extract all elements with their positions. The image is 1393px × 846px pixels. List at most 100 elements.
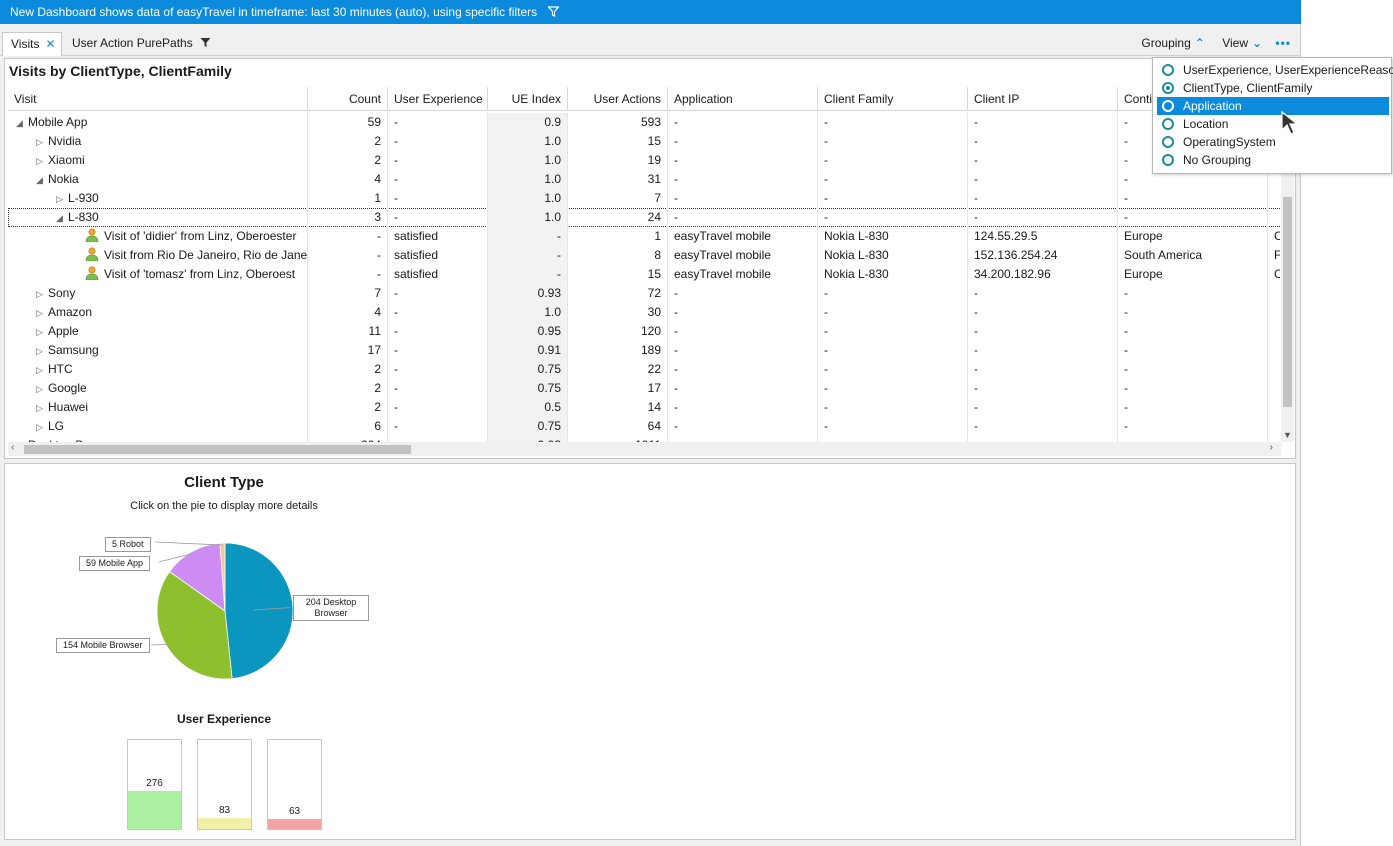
- visit-label: Nvidia: [48, 134, 82, 148]
- collapsed-arrow-icon[interactable]: ▷: [36, 342, 48, 360]
- radio-unchecked-icon[interactable]: [1162, 136, 1174, 148]
- family-cell: -: [818, 398, 968, 417]
- actions-cell: 14: [568, 398, 668, 417]
- column-header[interactable]: Application: [668, 87, 818, 111]
- uei-cell: 0.91: [488, 341, 568, 360]
- column-header[interactable]: UE Index: [488, 87, 568, 111]
- horizontal-scrollbar[interactable]: ‹ ›: [8, 442, 1281, 456]
- table-row[interactable]: ◢ L-830 3-1.0 24- - - -: [8, 208, 1280, 227]
- extra-cell: [1268, 284, 1280, 303]
- cont-cell: South America: [1118, 246, 1268, 265]
- uei-cell: -: [488, 227, 568, 246]
- collapsed-arrow-icon[interactable]: ▷: [36, 152, 48, 170]
- user-icon: [85, 247, 99, 261]
- scroll-left-icon[interactable]: ‹: [11, 442, 14, 453]
- grouping-option[interactable]: No Grouping: [1157, 151, 1389, 169]
- grouping-option[interactable]: ClientType, ClientFamily: [1157, 79, 1389, 97]
- ip-cell: -: [968, 208, 1118, 227]
- app-cell: -: [668, 360, 818, 379]
- ux-cell: -: [388, 113, 488, 132]
- visit-label: Visit of 'didier' from Linz, Oberoester: [104, 229, 297, 243]
- collapsed-arrow-icon[interactable]: ▷: [56, 190, 68, 208]
- column-header[interactable]: User Experience: [388, 87, 488, 111]
- collapsed-arrow-icon[interactable]: ▷: [36, 304, 48, 322]
- scrollbar-thumb[interactable]: [1283, 197, 1292, 407]
- scrollbar-thumb[interactable]: [24, 445, 411, 454]
- table-row[interactable]: ▷ Amazon 4-1.0 30- - - -: [8, 303, 1280, 322]
- radio-unchecked-icon[interactable]: [1162, 154, 1174, 166]
- expanded-arrow-icon[interactable]: ◢: [36, 171, 48, 189]
- extra-cell: [1268, 398, 1280, 417]
- ip-cell: -: [968, 113, 1118, 132]
- grouping-option-label: OperatingSystem: [1183, 135, 1276, 149]
- pie-slice[interactable]: [224, 542, 294, 680]
- actions-cell: 64: [568, 417, 668, 436]
- visit-label: Google: [48, 381, 87, 395]
- table-row[interactable]: Visit of 'tomasz' from Linz, Oberoest - sa…: [8, 265, 1280, 284]
- collapsed-arrow-icon[interactable]: ▷: [36, 133, 48, 151]
- visit-label: Samsung: [48, 343, 99, 357]
- scroll-right-icon[interactable]: ›: [1270, 442, 1273, 453]
- table-row[interactable]: ▷ Huawei 2-0.5 14- - - -: [8, 398, 1280, 417]
- close-icon[interactable]: ✕: [45, 37, 55, 51]
- radio-checked-icon[interactable]: [1162, 82, 1174, 94]
- expanded-arrow-icon[interactable]: ◢: [56, 209, 68, 227]
- column-header[interactable]: Count: [308, 87, 388, 111]
- actions-cell: 120: [568, 322, 668, 341]
- table-row[interactable]: ▷ Nvidia 2-1.0 15- - - -: [8, 132, 1280, 151]
- column-header[interactable]: Visit: [8, 87, 308, 111]
- visit-cell: ◢ Nokia: [8, 170, 308, 189]
- collapsed-arrow-icon[interactable]: ▷: [36, 418, 48, 436]
- grouping-option[interactable]: OperatingSystem: [1157, 133, 1389, 151]
- table-row[interactable]: ▷ Samsung 17-0.91 189- - - -: [8, 341, 1280, 360]
- table-row[interactable]: ◢ Nokia 4-1.0 31- - - -: [8, 170, 1280, 189]
- table-row[interactable]: ▷ Xiaomi 2-1.0 19- - - -: [8, 151, 1280, 170]
- radio-unchecked-icon[interactable]: [1162, 118, 1174, 130]
- ux-bar[interactable]: 276: [127, 739, 182, 830]
- radio-unchecked-icon[interactable]: [1162, 100, 1174, 112]
- column-header[interactable]: Client IP: [968, 87, 1118, 111]
- radio-unchecked-icon[interactable]: [1162, 64, 1174, 76]
- visit-label: Visit of 'tomasz' from Linz, Oberoest: [104, 267, 296, 281]
- extra-cell: [1268, 379, 1280, 398]
- more-options-icon[interactable]: •••: [1275, 36, 1291, 50]
- family-cell: -: [818, 189, 968, 208]
- column-header[interactable]: User Actions: [568, 87, 668, 111]
- extra-cell: [1268, 303, 1280, 322]
- collapsed-arrow-icon[interactable]: ▷: [36, 285, 48, 303]
- scroll-down-icon[interactable]: ▼: [1283, 430, 1292, 440]
- collapsed-arrow-icon[interactable]: ▷: [36, 399, 48, 417]
- table-row[interactable]: ◢ Mobile App 59-0.9 593- - - -: [8, 113, 1280, 132]
- grouping-button[interactable]: Grouping ⌃: [1137, 36, 1210, 50]
- app-window: New Dashboard shows data of easyTravel i…: [0, 0, 1301, 846]
- column-header[interactable]: Client Family: [818, 87, 968, 111]
- family-cell: -: [818, 303, 968, 322]
- table-row[interactable]: ▷ Apple 11-0.95 120- - - -: [8, 322, 1280, 341]
- ux-bar[interactable]: 83: [197, 739, 252, 830]
- grouping-option[interactable]: Application: [1157, 97, 1389, 115]
- grouping-option[interactable]: Location: [1157, 115, 1389, 133]
- filter-icon[interactable]: [547, 1, 561, 25]
- table-row[interactable]: Visit of 'didier' from Linz, Oberoester -…: [8, 227, 1280, 246]
- cont-cell: -: [1118, 398, 1268, 417]
- collapsed-arrow-icon[interactable]: ▷: [36, 380, 48, 398]
- expanded-arrow-icon[interactable]: ◢: [16, 114, 28, 132]
- table-row[interactable]: ▷ L-930 1-1.0 7- - - -: [8, 189, 1280, 208]
- collapsed-arrow-icon[interactable]: ▷: [36, 361, 48, 379]
- ux-bar[interactable]: 63: [267, 739, 322, 830]
- table-row[interactable]: ▷ HTC 2-0.75 22- - - -: [8, 360, 1280, 379]
- tab-user-action-purepaths[interactable]: User Action PurePaths: [64, 32, 212, 56]
- tab-visits[interactable]: Visits ✕: [2, 32, 62, 56]
- grouping-option[interactable]: UserExperience, UserExperienceReason: [1157, 61, 1393, 79]
- table-row[interactable]: ▷ Sony 7-0.93 72- - - -: [8, 284, 1280, 303]
- collapsed-arrow-icon[interactable]: ▷: [36, 323, 48, 341]
- table-row[interactable]: ▷ LG 6-0.75 64- - - -: [8, 417, 1280, 436]
- table-row[interactable]: Visit from Rio De Janeiro, Rio de Jane - s…: [8, 246, 1280, 265]
- view-button[interactable]: View ⌄: [1218, 36, 1268, 50]
- ip-cell: -: [968, 284, 1118, 303]
- ux-cell: -: [388, 341, 488, 360]
- ux-cell: -: [388, 189, 488, 208]
- table-row[interactable]: ▷ Google 2-0.75 17- - - -: [8, 379, 1280, 398]
- family-cell: -: [818, 170, 968, 189]
- visit-label: Amazon: [48, 305, 93, 319]
